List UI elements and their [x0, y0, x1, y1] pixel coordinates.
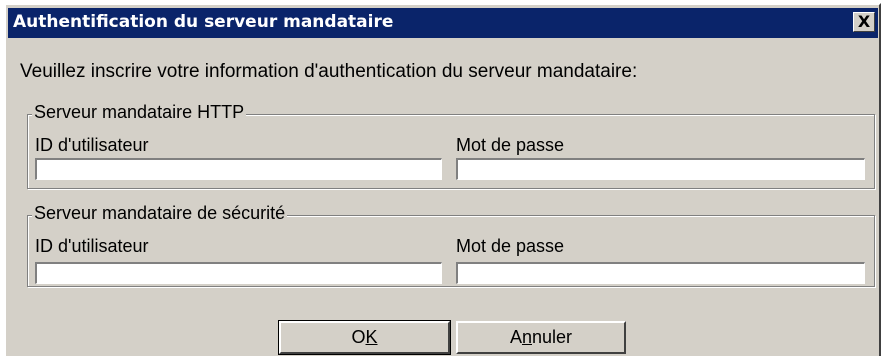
- cancel-label-prefix: A: [509, 327, 522, 347]
- secure-password-field[interactable]: [456, 262, 865, 284]
- http-password-field[interactable]: [456, 158, 865, 180]
- http-user-id-label: ID d'utilisateur: [35, 135, 149, 155]
- ok-label-prefix: O: [351, 327, 366, 347]
- title-bar[interactable]: Authentification du serveur mandataire X: [8, 8, 878, 38]
- ok-label-mnemonic: K: [365, 327, 378, 347]
- instruction-text: Veuillez inscrire votre information d'au…: [20, 61, 638, 82]
- secure-password-label: Mot de passe: [456, 236, 565, 256]
- ok-button[interactable]: OK: [278, 320, 451, 355]
- close-icon: X: [857, 12, 871, 31]
- cancel-button[interactable]: Annuler: [456, 321, 626, 354]
- secure-user-id-field[interactable]: [35, 262, 442, 284]
- secure-user-id-label: ID d'utilisateur: [35, 236, 149, 256]
- cancel-label-suffix: nuler: [532, 327, 573, 347]
- http-user-id-field[interactable]: [35, 158, 442, 180]
- cancel-label-mnemonic: n: [521, 327, 532, 347]
- close-button[interactable]: X: [853, 12, 875, 32]
- secure-proxy-legend: Serveur mandataire de sécurité: [32, 203, 288, 224]
- http-proxy-legend: Serveur mandataire HTTP: [32, 102, 247, 123]
- window-title: Authentification du serveur mandataire: [13, 12, 394, 32]
- http-password-label: Mot de passe: [456, 135, 565, 155]
